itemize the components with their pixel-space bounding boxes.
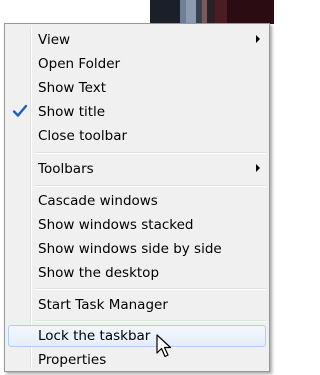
- menu-item-label: Properties: [38, 352, 107, 368]
- menu-item-label: Show title: [38, 104, 106, 120]
- menu-item-label: Start Task Manager: [38, 297, 168, 313]
- menu-item-label: Toolbars: [38, 161, 94, 177]
- menu-item-open-folder[interactable]: Open Folder: [8, 53, 266, 75]
- menu-item-start-task-manager[interactable]: Start Task Manager: [8, 294, 266, 316]
- menu-separator: [35, 185, 266, 187]
- menu-item-close-toolbar[interactable]: Close toolbar: [8, 125, 266, 147]
- menu-item-label: Open Folder: [38, 56, 121, 72]
- menu-item-label: Show windows side by side: [38, 241, 222, 257]
- menu-separator: [35, 320, 266, 322]
- taskbar-context-menu: View Open Folder Show Text Show title Cl…: [4, 23, 270, 372]
- menu-item-label: Lock the taskbar: [38, 328, 151, 344]
- menu-item-show-windows-side-by-side[interactable]: Show windows side by side: [8, 238, 266, 260]
- desktop-background-strip: [150, 0, 274, 24]
- menu-item-view[interactable]: View: [8, 29, 266, 51]
- menu-item-show-text[interactable]: Show Text: [8, 77, 266, 99]
- submenu-arrow-icon: [256, 35, 260, 43]
- menu-item-label: Cascade windows: [38, 193, 158, 209]
- mouse-pointer-icon: [156, 334, 172, 358]
- menu-separator: [35, 152, 266, 154]
- menu-separator: [35, 288, 266, 290]
- menu-item-show-the-desktop[interactable]: Show the desktop: [8, 262, 266, 284]
- menu-item-label: Close toolbar: [38, 128, 128, 144]
- menu-item-lock-the-taskbar[interactable]: Lock the taskbar: [8, 325, 266, 347]
- menu-item-label: View: [38, 32, 71, 48]
- menu-item-properties[interactable]: Properties: [8, 349, 266, 371]
- submenu-arrow-icon: [256, 164, 260, 172]
- menu-item-label: Show the desktop: [38, 265, 160, 281]
- menu-item-toolbars[interactable]: Toolbars: [8, 158, 266, 180]
- menu-item-show-windows-stacked[interactable]: Show windows stacked: [8, 214, 266, 236]
- menu-item-label: Show Text: [38, 80, 107, 96]
- checkmark-icon: [12, 104, 28, 117]
- menu-item-show-title[interactable]: Show title: [8, 101, 266, 123]
- menu-item-label: Show windows stacked: [38, 217, 194, 233]
- menu-item-cascade-windows[interactable]: Cascade windows: [8, 190, 266, 212]
